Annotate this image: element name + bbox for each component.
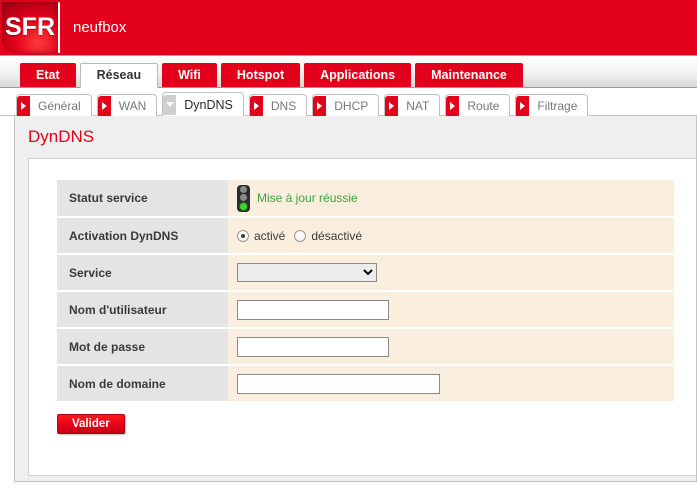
table-row: Mot de passe bbox=[57, 328, 674, 365]
sfr-logo[interactable]: SFR bbox=[2, 2, 60, 53]
valider-button[interactable]: Valider bbox=[57, 414, 125, 434]
traffic-light-icon bbox=[237, 185, 250, 212]
service-select[interactable] bbox=[237, 263, 377, 282]
value-mot-de-passe bbox=[228, 328, 674, 365]
label-mot-de-passe: Mot de passe bbox=[57, 328, 228, 365]
subtab-filtrage-label: Filtrage bbox=[535, 99, 577, 113]
tab-applications[interactable]: Applications bbox=[304, 63, 411, 87]
subtab-dhcp-label: DHCP bbox=[332, 99, 368, 113]
label-service: Service bbox=[57, 254, 228, 291]
submit-row: Valider bbox=[57, 414, 696, 434]
subtab-general[interactable]: Général bbox=[16, 94, 92, 116]
arrow-right-icon bbox=[446, 96, 459, 116]
arrow-right-icon bbox=[98, 96, 111, 116]
sub-tab-bar: Général WAN DynDNS DNS DHCP NAT Route Fi… bbox=[0, 88, 697, 116]
password-input[interactable] bbox=[237, 337, 389, 357]
radio-desactive-label: désactivé bbox=[311, 229, 362, 243]
subtab-wan-label: WAN bbox=[117, 99, 147, 113]
username-input[interactable] bbox=[237, 300, 389, 320]
value-nom-de-domaine bbox=[228, 365, 674, 402]
value-statut-service: Mise à jour réussie bbox=[228, 180, 674, 217]
dyndns-form-table: Statut service Mise à jour réussie bbox=[57, 180, 674, 403]
subtab-general-label: Général bbox=[36, 99, 81, 113]
radio-active-label: activé bbox=[254, 229, 285, 243]
subtab-dyndns-label: DynDNS bbox=[182, 98, 233, 112]
radio-desactive[interactable] bbox=[294, 230, 306, 242]
subtab-dyndns[interactable]: DynDNS bbox=[162, 92, 244, 116]
table-row: Nom de domaine bbox=[57, 365, 674, 402]
value-service bbox=[228, 254, 674, 291]
status-text: Mise à jour réussie bbox=[257, 191, 358, 205]
label-nom-utilisateur: Nom d'utilisateur bbox=[57, 291, 228, 328]
table-row: Activation DynDNS activé désactivé bbox=[57, 217, 674, 254]
arrow-right-icon bbox=[385, 96, 398, 116]
tab-wifi[interactable]: Wifi bbox=[162, 63, 217, 87]
value-activation-dyndns: activé désactivé bbox=[228, 217, 674, 254]
subtab-route-label: Route bbox=[465, 99, 499, 113]
table-row: Service bbox=[57, 254, 674, 291]
radio-option-active[interactable]: activé bbox=[237, 229, 285, 243]
radio-active[interactable] bbox=[237, 230, 249, 242]
subtab-dns[interactable]: DNS bbox=[249, 94, 307, 116]
main-tab-bar: Etat Réseau Wifi Hotspot Applications Ma… bbox=[0, 56, 697, 88]
radio-option-desactive[interactable]: désactivé bbox=[294, 229, 362, 243]
subtab-filtrage[interactable]: Filtrage bbox=[515, 94, 588, 116]
arrow-right-icon bbox=[250, 96, 263, 116]
table-row: Nom d'utilisateur bbox=[57, 291, 674, 328]
table-row: Statut service Mise à jour réussie bbox=[57, 180, 674, 217]
tab-reseau[interactable]: Réseau bbox=[80, 63, 158, 88]
label-statut-service: Statut service bbox=[57, 180, 228, 217]
page-title: DynDNS bbox=[15, 116, 696, 147]
arrow-right-icon bbox=[516, 96, 529, 116]
product-title: neufbox bbox=[60, 19, 126, 36]
sfr-logo-text: SFR bbox=[5, 13, 55, 42]
subtab-nat[interactable]: NAT bbox=[384, 94, 440, 116]
chevron-down-icon bbox=[163, 95, 176, 115]
subtab-route[interactable]: Route bbox=[445, 94, 510, 116]
label-nom-de-domaine: Nom de domaine bbox=[57, 365, 228, 402]
tab-hotspot[interactable]: Hotspot bbox=[221, 63, 300, 87]
subtab-dns-label: DNS bbox=[269, 99, 296, 113]
subtab-wan[interactable]: WAN bbox=[97, 94, 158, 116]
arrow-right-icon bbox=[17, 96, 30, 116]
subtab-nat-label: NAT bbox=[404, 99, 429, 113]
form-panel: Statut service Mise à jour réussie bbox=[28, 158, 696, 476]
page-container: DynDNS Statut service bbox=[14, 116, 697, 482]
tab-maintenance[interactable]: Maintenance bbox=[415, 63, 523, 87]
domain-input[interactable] bbox=[237, 374, 440, 394]
arrow-right-icon bbox=[313, 96, 326, 116]
value-nom-utilisateur bbox=[228, 291, 674, 328]
app-banner: SFR neufbox bbox=[0, 0, 697, 56]
label-activation-dyndns: Activation DynDNS bbox=[57, 217, 228, 254]
tab-etat[interactable]: Etat bbox=[20, 63, 76, 87]
subtab-dhcp[interactable]: DHCP bbox=[312, 94, 379, 116]
